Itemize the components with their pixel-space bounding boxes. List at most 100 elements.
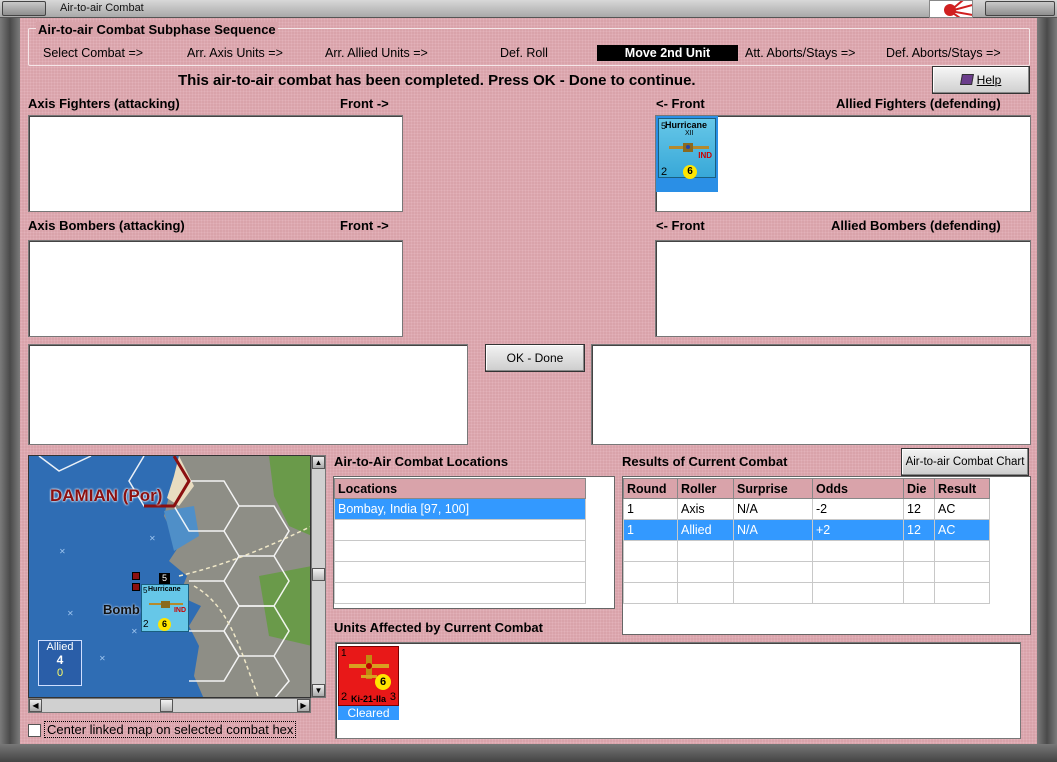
bottom-border [0, 744, 1057, 762]
cell: 12 [903, 519, 935, 541]
aff-unit-right: 3 [389, 691, 396, 703]
counter-nationality: IND [698, 151, 712, 160]
counter-unit-name: Hurricane [665, 120, 708, 130]
cell: 12 [903, 498, 935, 520]
table-row[interactable] [334, 540, 586, 562]
map-vertical-scrollbar[interactable]: ▲ ▼ [311, 455, 326, 698]
locations-header: Locations [334, 478, 586, 499]
table-row[interactable]: Bombay, India [97, 100] [334, 498, 586, 520]
svg-text:✕: ✕ [67, 609, 74, 618]
table-row[interactable] [334, 561, 586, 583]
col-die: Die [903, 478, 935, 499]
cell: 1 [623, 519, 678, 541]
aff-unit-status: Cleared [338, 706, 399, 720]
axis-fighters-box[interactable] [28, 115, 403, 212]
svg-text:✕: ✕ [149, 534, 156, 543]
map-horizontal-scrollbar[interactable]: ◀ ▶ [28, 698, 311, 713]
allied-bombers-front-label: <- Front [656, 218, 705, 233]
seq-step-att-aborts: Att. Aborts/Stays => [745, 46, 856, 60]
map-unit-top: 5 [143, 586, 148, 595]
horizontal-scroll-thumb[interactable] [160, 699, 173, 712]
cell: 1 [623, 498, 678, 520]
aff-unit-bottom: 2 [341, 691, 348, 703]
axis-message-box [28, 344, 468, 445]
allied-badge-label: Allied [46, 641, 74, 653]
axis-fighters-front-label: Front -> [340, 96, 389, 111]
aff-unit-die: 6 [375, 674, 391, 690]
counter-range-value: 2 [661, 166, 668, 178]
scroll-left-icon[interactable]: ◀ [29, 699, 42, 712]
seq-step-arr-allied: Arr. Allied Units => [325, 46, 428, 60]
svg-text:✕: ✕ [99, 654, 106, 663]
center-map-checkbox[interactable] [28, 724, 41, 737]
location-cell: Bombay, India [97, 100] [334, 498, 586, 520]
col-round: Round [623, 478, 678, 499]
table-row[interactable] [623, 582, 990, 604]
col-odds: Odds [812, 478, 904, 499]
scroll-up-icon[interactable]: ▲ [312, 456, 325, 469]
seq-step-def-roll: Def. Roll [500, 46, 548, 60]
cell: N/A [733, 498, 813, 520]
center-map-checkbox-label[interactable]: Center linked map on selected combat hex [44, 721, 297, 738]
table-row[interactable] [334, 519, 586, 541]
map-unit-counter[interactable]: 5 Hurricane IND 2 6 [141, 584, 189, 632]
scroll-down-icon[interactable]: ▼ [312, 684, 325, 697]
counter-die-value: 6 [683, 165, 697, 179]
system-menu-button[interactable] [2, 1, 46, 16]
japan-flag-icon [929, 0, 973, 18]
map-marker-icon [132, 572, 140, 580]
map-unit-nat: IND [173, 607, 186, 614]
results-title: Results of Current Combat [622, 454, 788, 469]
map-label-bombay: Bomb [103, 602, 140, 617]
map-marker-icon [132, 583, 140, 591]
affected-units-box [335, 642, 1021, 739]
sequence-title: Air-to-air Combat Subphase Sequence [36, 22, 278, 37]
table-row[interactable] [623, 540, 990, 562]
affected-title: Units Affected by Current Combat [334, 620, 543, 635]
cell: AC [934, 498, 990, 520]
aff-unit-top: 1 [341, 648, 347, 659]
window-controls-button[interactable] [985, 1, 1055, 16]
help-button[interactable]: Help [932, 66, 1030, 94]
location-cell [334, 561, 586, 583]
seq-step-arr-axis: Arr. Axis Units => [187, 46, 283, 60]
window-title: Air-to-air Combat [60, 2, 144, 14]
vertical-scroll-thumb[interactable] [312, 568, 325, 581]
cell: Allied [677, 519, 734, 541]
status-message: This air-to-air combat has been complete… [178, 72, 696, 89]
location-cell [334, 519, 586, 541]
title-bar[interactable]: Air-to-air Combat [0, 0, 1057, 18]
svg-text:✕: ✕ [59, 547, 66, 556]
allied-fighters-front-label: <- Front [656, 96, 705, 111]
allied-bombers-box[interactable] [655, 240, 1031, 337]
allied-bombers-label: Allied Bombers (defending) [831, 218, 1001, 233]
table-row[interactable] [623, 561, 990, 583]
allied-count-badge: Allied 4 0 [38, 640, 82, 686]
allied-fighters-label: Allied Fighters (defending) [836, 96, 1001, 111]
table-row[interactable]: 1 Allied N/A +2 12 AC [623, 519, 990, 541]
allied-fighter-counter[interactable]: 5 Hurricane XII IND 2 6 [656, 116, 718, 192]
axis-bombers-box[interactable] [28, 240, 403, 337]
air-combat-chart-button[interactable]: Air-to-air Combat Chart [901, 448, 1029, 476]
cell: +2 [812, 519, 904, 541]
scroll-right-icon[interactable]: ▶ [297, 699, 310, 712]
right-border [1037, 18, 1057, 762]
seq-step-move-2nd-unit: Move 2nd Unit [597, 45, 738, 61]
cell: AC [934, 519, 990, 541]
left-border [0, 18, 20, 762]
seq-step-def-aborts: Def. Aborts/Stays => [886, 46, 1001, 60]
affected-unit-counter[interactable]: 1 6 2 Ki-21-IIa 3 Cleared [338, 646, 399, 720]
allied-message-box [591, 344, 1031, 445]
allied-badge-count: 4 [56, 653, 64, 667]
location-cell [334, 540, 586, 562]
locations-table: Locations Bombay, India [97, 100] [334, 478, 586, 604]
ok-done-button[interactable]: OK - Done [485, 344, 585, 372]
locations-title: Air-to-Air Combat Locations [334, 454, 509, 469]
col-roller: Roller [677, 478, 734, 499]
table-row[interactable]: 1 Axis N/A -2 12 AC [623, 498, 990, 520]
map-unit-name: Hurricane [148, 586, 181, 593]
map-label-damian: DAMIAN (Por) [50, 486, 163, 505]
table-row[interactable] [334, 582, 586, 604]
axis-fighters-label: Axis Fighters (attacking) [28, 96, 180, 111]
col-surprise: Surprise [733, 478, 813, 499]
